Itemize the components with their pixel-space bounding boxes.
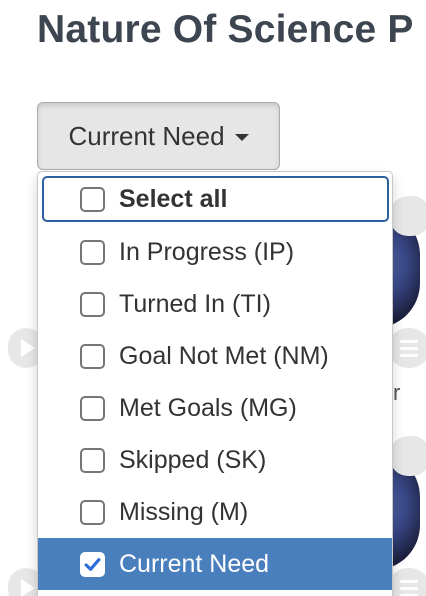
checkmark-icon <box>84 557 101 571</box>
filter-dropdown-label: Current Need <box>68 120 225 151</box>
checkbox[interactable] <box>80 395 105 421</box>
card-background <box>390 196 426 236</box>
menu-item-label: Missing (M) <box>119 497 249 526</box>
card-background <box>390 436 426 476</box>
menu-item-skipped[interactable]: Skipped (SK) <box>38 434 392 486</box>
menu-item-current-need[interactable]: Current Need <box>38 538 392 590</box>
menu-item-label: Skipped (SK) <box>119 445 267 474</box>
checkbox-checked[interactable] <box>80 551 105 577</box>
menu-item-label: Current Need <box>119 549 270 578</box>
menu-item-label: Select all <box>119 184 228 213</box>
caret-down-icon <box>234 134 249 141</box>
menu-item-missing[interactable]: Missing (M) <box>38 486 392 538</box>
checkbox[interactable] <box>80 499 105 525</box>
menu-item-goal-not-met[interactable]: Goal Not Met (NM) <box>38 330 392 382</box>
checkbox[interactable] <box>80 343 105 369</box>
menu-item-label: Goal Not Met (NM) <box>119 341 329 370</box>
menu-item-met-goals[interactable]: Met Goals (MG) <box>38 382 392 434</box>
menu-item-label: Turned In (TI) <box>119 289 271 318</box>
menu-item-label: Met Goals (MG) <box>119 393 297 422</box>
checkbox[interactable] <box>80 447 105 473</box>
checkbox[interactable] <box>80 291 105 317</box>
menu-item-label: In Progress (IP) <box>119 237 295 266</box>
menu-item-in-progress[interactable]: In Progress (IP) <box>38 226 392 278</box>
checkbox[interactable] <box>80 186 105 212</box>
menu-item-select-all[interactable]: Select all <box>42 176 389 222</box>
filter-dropdown-button[interactable]: Current Need <box>37 102 280 170</box>
list-icon[interactable] <box>388 328 426 368</box>
list-icon[interactable] <box>388 568 426 596</box>
checkbox[interactable] <box>80 239 105 265</box>
background-text: r <box>393 380 401 405</box>
filter-dropdown-menu: Select all In Progress (IP) Turned In (T… <box>37 171 393 596</box>
page-title: Nature Of Science P <box>37 8 414 51</box>
menu-item-turned-in[interactable]: Turned In (TI) <box>38 278 392 330</box>
